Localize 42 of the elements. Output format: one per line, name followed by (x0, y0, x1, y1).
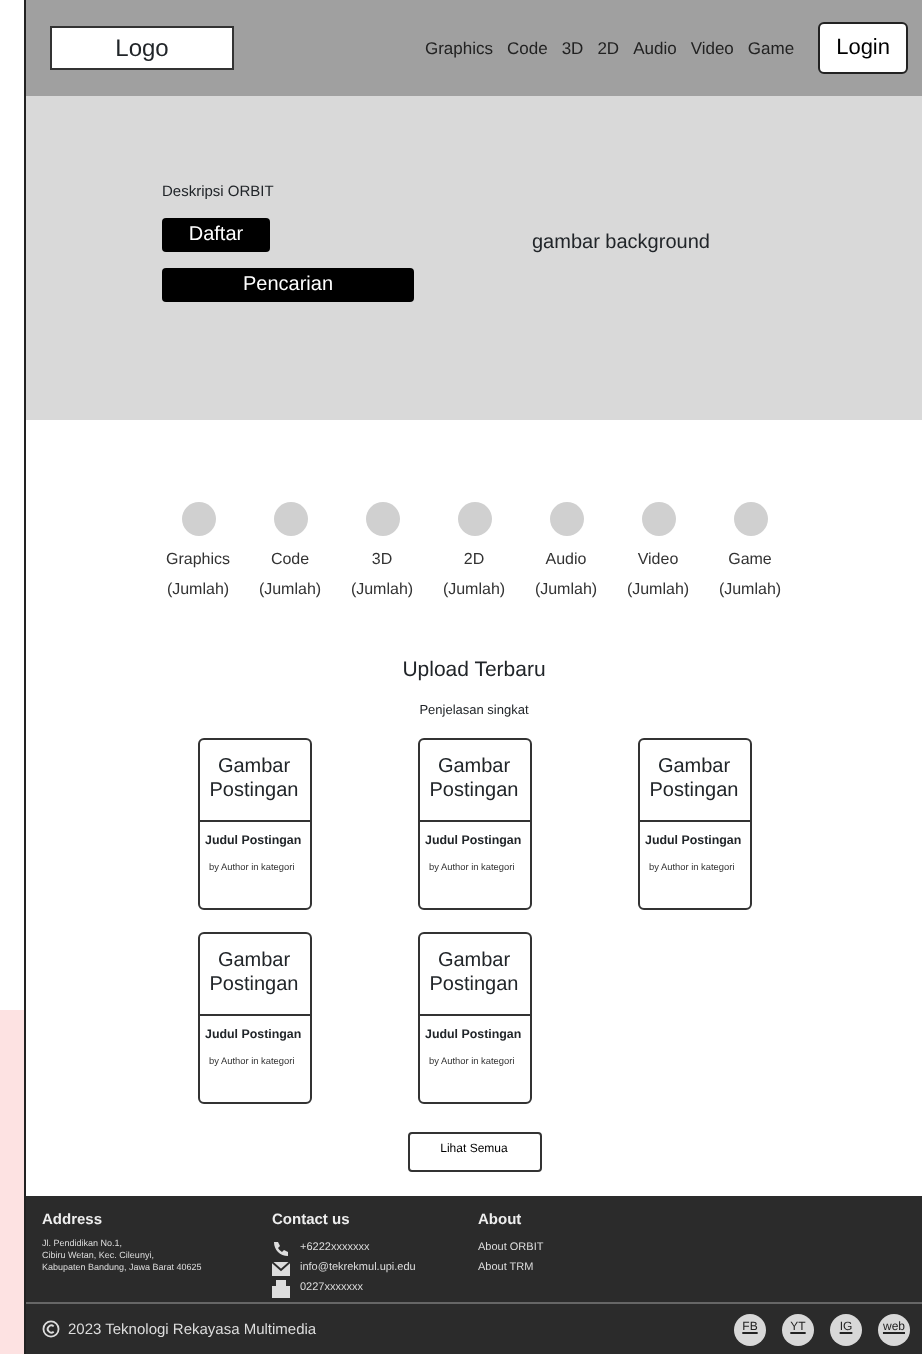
hero-button[interactable]: Pencarian (162, 268, 414, 303)
post-image-placeholder: Gambar Postingan (639, 739, 749, 822)
nav-link[interactable]: Graphics (424, 35, 493, 61)
nav-link[interactable]: 2D (597, 35, 620, 61)
category-name[interactable]: Code (270, 544, 310, 575)
phone-icon (272, 1239, 290, 1258)
category-icon[interactable] (549, 502, 583, 536)
category-name[interactable]: Audio (545, 544, 587, 575)
logo: Logo (50, 26, 234, 70)
category-name[interactable]: Game (728, 544, 772, 575)
hero-image-label: gambar background (532, 230, 710, 258)
category-count: (Jumlah) (166, 578, 230, 603)
post-image-placeholder: Gambar Postingan (199, 739, 309, 822)
hero-button[interactable]: Daftar (162, 218, 270, 253)
nav-link[interactable]: Game (747, 35, 795, 61)
category-name[interactable]: Video (637, 544, 679, 575)
category-icon[interactable] (641, 502, 675, 536)
nav-link[interactable]: Video (690, 35, 734, 61)
copyright-icon (42, 1320, 60, 1338)
post-image-placeholder: Gambar Postingan (419, 739, 529, 822)
nav-link[interactable]: Audio (633, 35, 677, 61)
category-count: (Jumlah) (718, 578, 782, 603)
category-name[interactable]: 3D (371, 544, 393, 575)
section-title: Upload Terbaru (402, 656, 546, 687)
mail-icon (272, 1259, 290, 1278)
category-icon[interactable] (273, 502, 307, 536)
post-image-placeholder: Gambar Postingan (419, 933, 529, 1016)
category-count: (Jumlah) (442, 578, 506, 603)
category-count: (Jumlah) (258, 578, 322, 603)
category-count: (Jumlah) (534, 578, 598, 603)
post-image-placeholder: Gambar Postingan (199, 933, 309, 1016)
category-count: (Jumlah) (350, 578, 414, 603)
category-name[interactable]: 2D (463, 544, 485, 575)
nav-link[interactable]: Code (507, 35, 548, 61)
category-icon[interactable] (181, 502, 215, 536)
category-icon[interactable] (733, 502, 767, 536)
category-count: (Jumlah) (626, 578, 690, 603)
category-name[interactable]: Graphics (165, 544, 230, 575)
category-icon[interactable] (457, 502, 491, 536)
category-icon[interactable] (365, 502, 399, 536)
nav-link[interactable]: 3D (561, 35, 584, 61)
login-button[interactable]: Login (818, 21, 908, 75)
